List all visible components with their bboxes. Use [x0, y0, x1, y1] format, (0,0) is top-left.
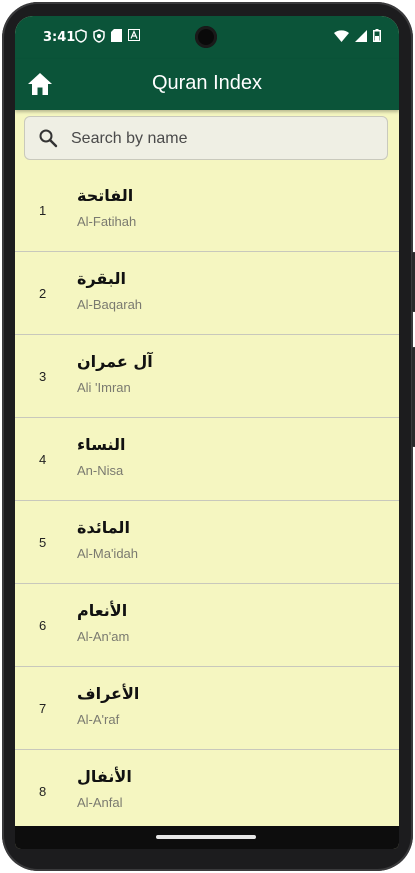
- font-icon: [128, 29, 140, 41]
- surah-english-name: Al-Anfal: [77, 795, 123, 810]
- surah-english-name: An-Nisa: [77, 463, 124, 478]
- surah-number: 7: [39, 701, 47, 716]
- surah-arabic-name: المائدة: [77, 518, 130, 537]
- surah-number: 1: [39, 203, 47, 218]
- search-bar[interactable]: [24, 116, 388, 160]
- home-gesture-handle[interactable]: [156, 835, 256, 839]
- surah-list: 1 الفاتحة Al-Fatihah 2 البقرة Al-Baqarah…: [15, 169, 399, 832]
- status-icons-left: [75, 29, 140, 43]
- status-time: 3:41: [43, 30, 76, 45]
- surah-english-name: Al-Fatihah: [77, 214, 137, 229]
- system-nav-bar: [15, 826, 399, 849]
- screen: 3:41 Quran Index Search by name 1 الفاتح…: [15, 16, 399, 849]
- surah-arabic-name: الفاتحة: [77, 186, 134, 205]
- wifi-icon: [334, 29, 349, 42]
- surah-arabic-name: النساء: [77, 435, 126, 454]
- list-item[interactable]: 5 المائدة Al-Ma'idah: [15, 501, 399, 584]
- surah-english-name: Al-An'am: [77, 629, 130, 644]
- surah-english-name: Al-A'raf: [77, 712, 120, 727]
- battery-icon: [373, 29, 381, 42]
- list-item[interactable]: 6 الأنعام Al-An'am: [15, 584, 399, 667]
- list-item[interactable]: 3 آل عمران Ali 'Imran: [15, 335, 399, 418]
- surah-arabic-name: الأعراف: [77, 684, 140, 703]
- surah-number: 2: [39, 286, 47, 301]
- sd-card-icon: [111, 29, 122, 42]
- list-item[interactable]: 1 الفاتحة Al-Fatihah: [15, 169, 399, 252]
- surah-arabic-name: الأنفال: [77, 767, 132, 786]
- page-title: Quran Index: [151, 72, 263, 94]
- status-icons-right: [334, 29, 381, 42]
- surah-number: 5: [39, 535, 47, 550]
- surah-arabic-name: الأنعام: [77, 601, 128, 620]
- list-item[interactable]: 8 الأنفال Al-Anfal: [15, 750, 399, 832]
- vpn-shield-icon: [93, 29, 105, 43]
- surah-english-name: Al-Baqarah: [77, 297, 143, 312]
- list-item[interactable]: 4 النساء An-Nisa: [15, 418, 399, 501]
- device: 3:41 Quran Index Search by name 1 الفاتح…: [0, 0, 415, 873]
- surah-number: 6: [39, 618, 47, 633]
- surah-arabic-name: البقرة: [77, 269, 126, 288]
- status-bar: 3:41: [15, 16, 399, 59]
- shield-outline-icon: [75, 29, 87, 43]
- app-bar: Quran Index: [15, 59, 399, 110]
- list-item[interactable]: 2 البقرة Al-Baqarah: [15, 252, 399, 335]
- search-icon: [39, 129, 58, 148]
- signal-icon: [355, 29, 367, 42]
- surah-english-name: Ali 'Imran: [77, 380, 131, 395]
- surah-number: 3: [39, 369, 47, 384]
- front-camera: [195, 26, 217, 48]
- surah-number: 4: [39, 452, 47, 467]
- list-item[interactable]: 7 الأعراف Al-A'raf: [15, 667, 399, 750]
- surah-arabic-name: آل عمران: [77, 352, 153, 371]
- surah-english-name: Al-Ma'idah: [77, 546, 139, 561]
- search-input[interactable]: [69, 125, 373, 153]
- surah-number: 8: [39, 784, 47, 799]
